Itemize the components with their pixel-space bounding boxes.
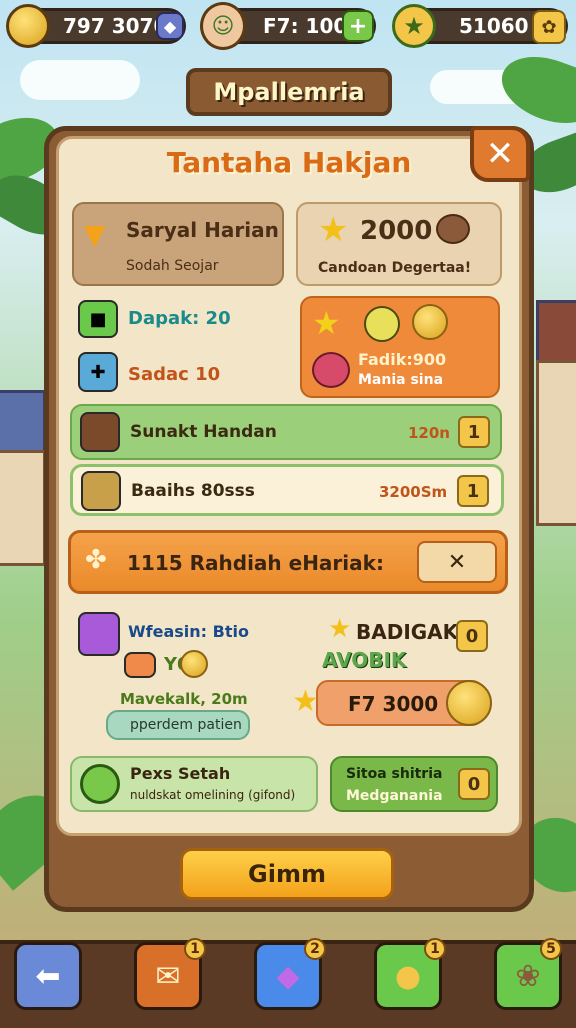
bonus-line2: Mania sina xyxy=(358,372,444,388)
bonus-line1: Fadik:900 xyxy=(358,350,447,369)
bottom-right-line1: Sitoa shitria xyxy=(346,766,443,782)
star-reward-card[interactable]: ★ 2000 Candoan Degertaa! xyxy=(296,202,502,286)
row-value: 3200Sm xyxy=(379,483,448,501)
house xyxy=(536,360,576,526)
nav-count: 1 xyxy=(184,938,206,960)
settings-gear-icon[interactable]: ✿ xyxy=(532,10,566,44)
star-icon: ★ xyxy=(328,614,352,644)
shield-icon: ▼ xyxy=(84,218,106,251)
potion-icon: ✚ xyxy=(78,352,118,392)
banner-title: Mpallemria xyxy=(213,78,365,106)
reward-row[interactable]: Sunakt Handan 120n 1 xyxy=(70,404,502,460)
cloud xyxy=(20,60,140,100)
star-value: 2000 xyxy=(360,216,433,246)
bottom-left-sub: nuldskat omelining (gifond) xyxy=(130,788,296,802)
row-label: Sunakt Handan xyxy=(130,422,277,442)
item-label: Sadac 10 xyxy=(128,364,221,385)
row-badge[interactable]: 1 xyxy=(458,416,490,448)
bottom-left-title: Pexs Setah xyxy=(130,764,231,783)
item-label: Dapak: 20 xyxy=(128,308,231,329)
purple-box-icon xyxy=(78,612,120,656)
crate-icon xyxy=(81,471,121,511)
refresh-icon xyxy=(80,764,120,804)
book-icon xyxy=(80,412,120,452)
row-badge[interactable]: 1 xyxy=(457,475,489,507)
lower-right-badge[interactable]: 0 xyxy=(456,620,488,652)
add-energy-button[interactable]: + xyxy=(342,10,374,42)
bottom-right-line2: Medganania xyxy=(346,788,443,804)
claim-button[interactable]: Gimm xyxy=(180,848,394,900)
avatar-icon: ☺ xyxy=(200,2,246,50)
daily-bonus-bar[interactable]: ✤ 1115 Rahdiah eHariak: ✕ xyxy=(68,530,508,594)
star-icon: ★ xyxy=(318,210,349,250)
nav-count: 1 xyxy=(424,938,446,960)
back-arrow-icon[interactable]: ⬅ xyxy=(14,942,82,1010)
lower-left-pill[interactable]: pperdem patien xyxy=(106,710,250,740)
bottom-right-card[interactable]: Sitoa shitria Medganania 0 xyxy=(330,756,498,812)
lower-right-line1: BADIGAK xyxy=(356,620,459,644)
daily-subtitle: Sodah Seojar xyxy=(126,258,219,274)
gift-icon xyxy=(124,652,156,678)
daily-reward-card[interactable]: ▼ Saryal Harian Sodah Seojar xyxy=(72,202,284,286)
panel-title: Tantaha Hakjan xyxy=(166,146,412,179)
nav-count: 5 xyxy=(540,938,562,960)
coin-icon xyxy=(6,4,50,48)
star-badge-icon: ★ xyxy=(392,4,436,48)
green-box-icon: ■ xyxy=(78,300,118,338)
header-banner: Mpallemria xyxy=(186,68,392,116)
star-subtitle: Candoan Degertaa! xyxy=(318,260,472,276)
top-resource-bar: 797 3070 ◆ F7: 1000 ☺ + 51060 ★ ✿ xyxy=(0,0,576,56)
fruit-icon xyxy=(312,352,350,388)
coin-icon xyxy=(446,680,492,726)
bonus-bar-label: 1115 Rahdiah eHariak: xyxy=(127,551,384,575)
clover-icon: ✤ xyxy=(85,545,107,575)
house-roof xyxy=(0,390,46,456)
bottom-right-badge[interactable]: 0 xyxy=(458,768,490,800)
star-icon: ★ xyxy=(312,304,341,342)
reward-row[interactable]: Baaihs 80sss 3200Sm 1 xyxy=(70,464,504,516)
bottom-left-card[interactable]: Pexs Setah nuldskat omelining (gifond) xyxy=(70,756,318,812)
nav-count: 2 xyxy=(304,938,326,960)
row-label: Baaihs 80sss xyxy=(131,481,255,501)
lower-right-line2: AVOBIK xyxy=(322,648,407,672)
daily-title: Saryal Harian xyxy=(126,218,279,242)
lower-left-line: Mavekalk, 20m xyxy=(120,690,248,708)
coin-icon xyxy=(412,304,448,340)
house xyxy=(0,450,46,566)
star-icon: ★ xyxy=(292,684,319,719)
coins-value: 797 3070 xyxy=(63,14,168,38)
monster-icon xyxy=(364,306,400,342)
house-roof xyxy=(536,300,576,366)
gem-icon[interactable]: ◆ xyxy=(156,12,184,40)
row-value: 120n xyxy=(408,424,450,442)
lower-right-value: F7 3000 xyxy=(348,692,439,716)
coin-icon xyxy=(180,650,208,678)
gems-value: 51060 xyxy=(459,14,529,38)
palm-leaf xyxy=(492,44,576,136)
lower-left-title: Wfeasin: Btio xyxy=(128,622,249,641)
bonus-reward-card[interactable]: ★ Fadik:900 Mania sina xyxy=(300,296,500,398)
lower-left-pill-label: pperdem patien xyxy=(130,717,242,733)
bonus-bar-button[interactable]: ✕ xyxy=(417,541,497,583)
cookie-icon xyxy=(436,214,470,244)
